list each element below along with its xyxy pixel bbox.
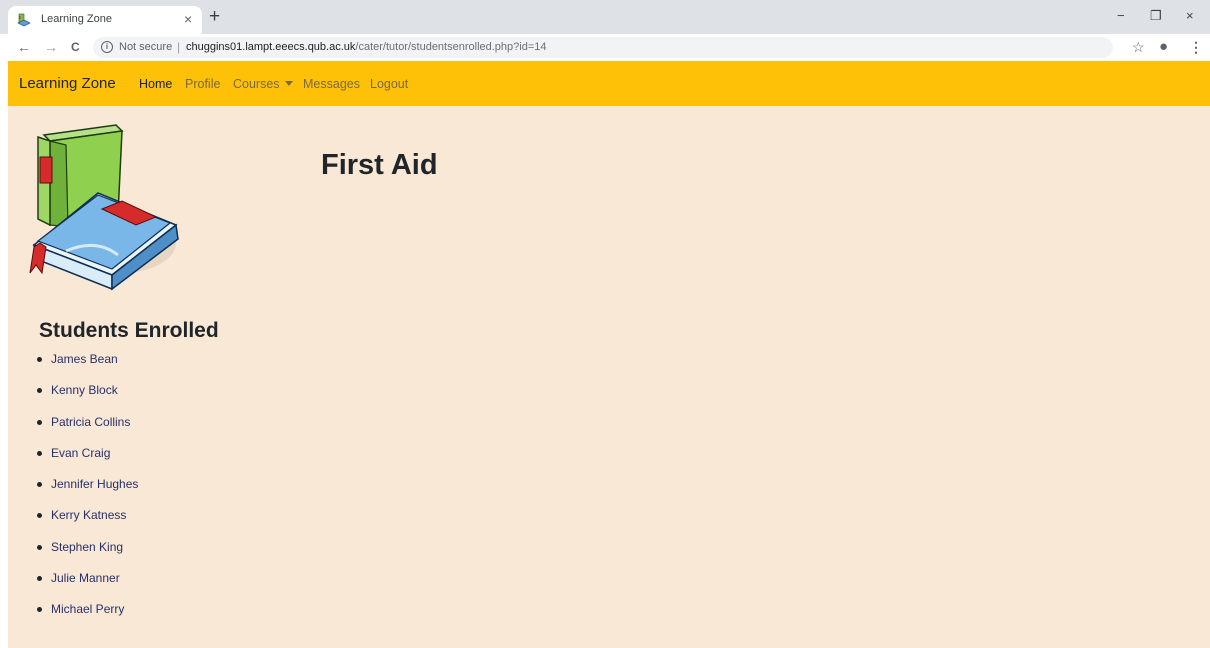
- list-item[interactable]: Michael Perry: [37, 601, 138, 632]
- tab-title: Learning Zone: [41, 13, 112, 25]
- list-item[interactable]: Stephen King: [37, 539, 138, 570]
- list-item[interactable]: Kerry Katness: [37, 507, 138, 538]
- books-icon: [17, 13, 31, 27]
- list-item[interactable]: Jennifer Hughes: [37, 476, 138, 507]
- close-window-icon[interactable]: ×: [1186, 6, 1194, 26]
- browser-tab[interactable]: Learning Zone ×: [8, 6, 202, 34]
- url-path: /cater/tutor/studentsenrolled.php?id=14: [355, 41, 547, 53]
- caret-down-icon: [284, 81, 293, 86]
- page-content: Learning Zone Home Profile Courses Messa…: [8, 61, 1210, 648]
- nav-profile[interactable]: Profile: [185, 77, 220, 91]
- tab-close-icon[interactable]: ×: [184, 10, 192, 28]
- site-brand[interactable]: Learning Zone: [19, 75, 116, 92]
- list-item[interactable]: James Bean: [37, 351, 138, 382]
- url-host: chuggins01.lampt.eeecs.qub.ac.uk: [186, 41, 356, 53]
- forward-icon[interactable]: →: [44, 37, 58, 57]
- site-navbar: Learning Zone Home Profile Courses Messa…: [8, 61, 1210, 106]
- address-bar[interactable]: i Not secure | chuggins01.lampt.eeecs.qu…: [93, 37, 1113, 58]
- nav-courses-dropdown[interactable]: Courses: [233, 77, 293, 91]
- browser-toolbar: ← → C i Not secure | chuggins01.lampt.ee…: [0, 34, 1210, 61]
- nav-courses-label: Courses: [233, 77, 280, 91]
- url-text[interactable]: chuggins01.lampt.eeecs.qub.ac.uk/cater/t…: [186, 41, 547, 53]
- students-list: James Bean Kenny Block Patricia Collins …: [37, 351, 138, 633]
- course-title: First Aid: [321, 149, 438, 181]
- books-logo-icon: [29, 124, 179, 291]
- nav-logout[interactable]: Logout: [370, 77, 408, 91]
- security-label: Not secure: [119, 41, 173, 53]
- info-icon[interactable]: i: [101, 41, 113, 53]
- minimize-icon[interactable]: −: [1117, 6, 1125, 26]
- students-enrolled-heading: Students Enrolled: [39, 319, 219, 342]
- account-icon[interactable]: ●: [1159, 37, 1168, 57]
- nav-home[interactable]: Home: [139, 77, 172, 91]
- reload-icon[interactable]: C: [71, 37, 80, 57]
- list-item[interactable]: Patricia Collins: [37, 414, 138, 445]
- tab-strip: Learning Zone × + − ❐ ×: [0, 0, 1210, 34]
- restore-icon[interactable]: ❐: [1150, 6, 1162, 26]
- url-separator: |: [177, 40, 181, 54]
- list-item[interactable]: Julie Manner: [37, 570, 138, 601]
- list-item[interactable]: Kenny Block: [37, 382, 138, 413]
- menu-icon[interactable]: ⋮: [1189, 37, 1203, 57]
- back-icon[interactable]: ←: [17, 37, 31, 57]
- new-tab-button[interactable]: +: [209, 7, 220, 27]
- nav-messages[interactable]: Messages: [303, 77, 360, 91]
- list-item[interactable]: Evan Craig: [37, 445, 138, 476]
- bookmark-star-icon[interactable]: ☆: [1132, 37, 1145, 57]
- browser-window: Learning Zone × + − ❐ × ← → C i Not secu…: [0, 0, 1210, 648]
